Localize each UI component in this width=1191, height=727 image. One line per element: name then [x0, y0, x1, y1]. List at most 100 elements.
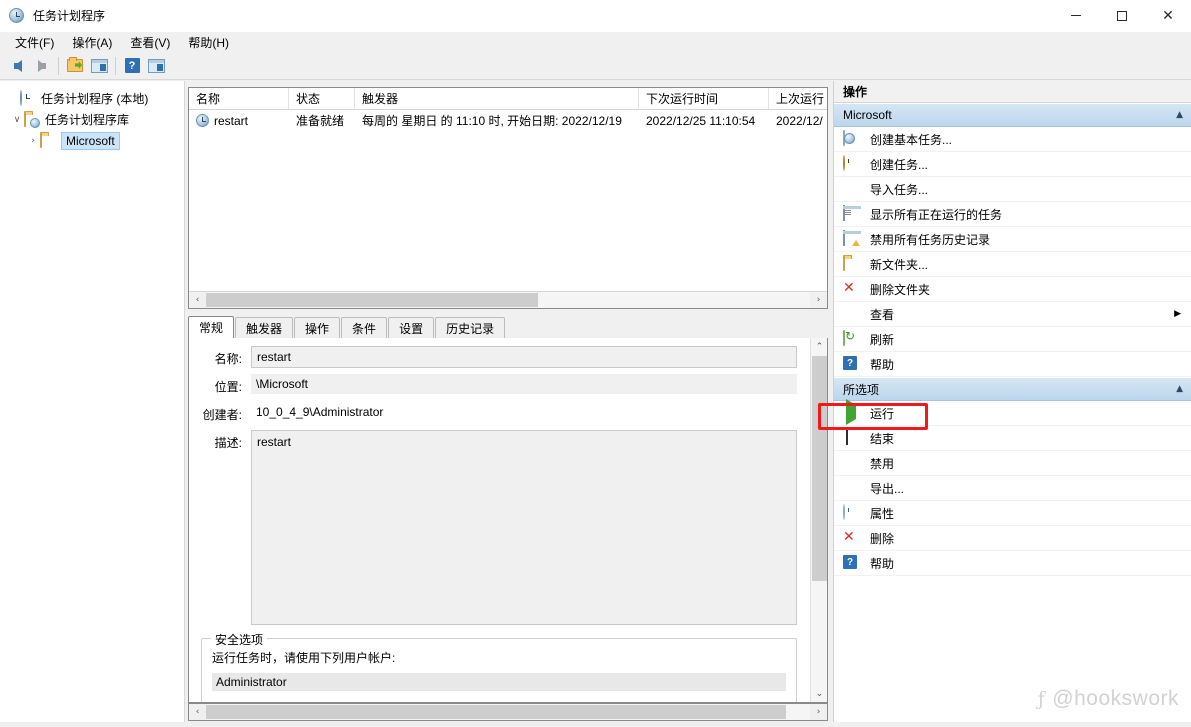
hscroll-left-button[interactable]: ‹	[189, 292, 206, 308]
menu-help[interactable]: 帮助(H)	[179, 32, 238, 53]
sidebar-item-task-scheduler-library[interactable]: ∨ 任务计划程序库	[0, 109, 184, 130]
detail-hscroll-thumb[interactable]	[206, 705, 786, 719]
collapse-icon[interactable]: ▲	[1176, 384, 1183, 394]
no-icon	[843, 181, 861, 197]
detail-hscroll-right-button[interactable]: ›	[810, 704, 827, 720]
chevron-right-icon[interactable]: ›	[26, 136, 40, 146]
toolbar: ?	[0, 52, 1191, 80]
folder-clock-icon	[24, 110, 40, 128]
field-author-label: 创建者:	[202, 408, 242, 422]
detail-hscroll-left-button[interactable]: ‹	[189, 704, 206, 720]
field-name-label: 名称:	[214, 352, 242, 366]
back-button[interactable]	[6, 55, 30, 77]
tab-general[interactable]: 常规	[188, 316, 235, 338]
task-scheduler-window: 任务计划程序 ✕ 文件(F) 操作(A) 查看(V) 帮助(H) ? 任务计划程…	[0, 0, 1191, 727]
console-tree-pane: 任务计划程序 (本地) ∨ 任务计划程序库 › Microsoft	[0, 81, 185, 727]
name-field[interactable]: restart	[251, 346, 797, 368]
cell-last-run: 2022/12/	[776, 113, 823, 128]
show-tree-pane-button[interactable]	[87, 55, 111, 77]
minimize-button[interactable]	[1053, 0, 1099, 32]
column-header-status[interactable]: 状态	[289, 88, 355, 109]
menu-view[interactable]: 查看(V)	[121, 32, 179, 53]
description-field[interactable]: restart	[251, 430, 797, 625]
running-tasks-icon	[843, 205, 861, 222]
actions-section-label: 所选项	[843, 382, 880, 397]
tab-settings[interactable]: 设置	[388, 317, 435, 338]
action-label: 禁用	[870, 456, 895, 471]
actions-section-selected-item[interactable]: 所选项 ▲	[834, 377, 1191, 401]
action-create-task[interactable]: 创建任务...	[834, 152, 1191, 177]
field-author: 创建者: 10_0_4_9\Administrator	[189, 402, 811, 430]
folder-icon	[40, 131, 56, 149]
action-disable-all-task-history[interactable]: 禁用所有任务历史记录	[834, 227, 1191, 252]
action-delete-task[interactable]: ✕ 删除	[834, 526, 1191, 551]
chevron-right-icon: ▶	[1174, 309, 1181, 319]
help-icon: ?	[843, 356, 861, 372]
sidebar-item-microsoft[interactable]: › Microsoft	[0, 130, 184, 151]
column-header-next-run[interactable]: 下次运行时间	[639, 88, 769, 109]
detail-hscrollbar[interactable]: ‹ ›	[188, 703, 828, 721]
up-folder-icon	[67, 57, 83, 72]
toolbar-separator-1	[58, 56, 59, 75]
show-action-pane-button[interactable]	[144, 55, 168, 77]
vscroll-up-button[interactable]: ⌃	[811, 338, 827, 355]
action-label: 结束	[870, 431, 895, 446]
detail-hscroll-track[interactable]	[206, 704, 810, 720]
sidebar-item-task-scheduler-local[interactable]: 任务计划程序 (本地)	[0, 88, 184, 109]
close-icon: ✕	[1162, 7, 1174, 24]
action-import-task[interactable]: 导入任务...	[834, 177, 1191, 202]
tab-conditions[interactable]: 条件	[341, 317, 388, 338]
action-help-folder[interactable]: ? 帮助	[834, 352, 1191, 377]
chevron-down-icon[interactable]: ∨	[10, 115, 24, 125]
action-create-basic-task[interactable]: 创建基本任务...	[834, 127, 1191, 152]
cell-name: restart	[189, 114, 289, 128]
detail-vscrollbar[interactable]: ⌃ ⌄	[810, 338, 827, 702]
vscroll-down-button[interactable]: ⌄	[811, 685, 827, 702]
action-label: 刷新	[870, 332, 895, 347]
action-run[interactable]: 运行	[834, 399, 1191, 426]
collapse-icon[interactable]: ▲	[1176, 110, 1183, 120]
action-label: 运行	[870, 406, 895, 421]
menu-file[interactable]: 文件(F)	[6, 32, 63, 53]
up-folder-button[interactable]	[63, 55, 87, 77]
hscroll-right-button[interactable]: ›	[810, 292, 827, 308]
tab-history[interactable]: 历史记录	[435, 317, 506, 338]
task-list-hscrollbar[interactable]: ‹ ›	[189, 291, 827, 308]
hscroll-thumb[interactable]	[206, 293, 539, 307]
vscroll-thumb[interactable]	[812, 356, 827, 581]
tab-triggers[interactable]: 触发器	[235, 317, 294, 338]
action-refresh[interactable]: 刷新	[834, 327, 1191, 352]
action-new-folder[interactable]: 新文件夹...	[834, 252, 1191, 277]
no-icon	[843, 306, 861, 322]
action-view[interactable]: 查看 ▶	[834, 302, 1191, 327]
table-row[interactable]: restart 准备就绪 每周的 星期日 的 11:10 时, 开始日期: 20…	[189, 110, 827, 131]
action-disable[interactable]: 禁用	[834, 451, 1191, 476]
disable-icon	[843, 455, 861, 471]
close-button[interactable]: ✕	[1145, 0, 1191, 32]
task-icon	[196, 114, 209, 127]
action-help-task[interactable]: ? 帮助	[834, 551, 1191, 576]
action-label: 查看	[870, 307, 895, 322]
no-icon	[843, 480, 861, 496]
action-end[interactable]: 结束	[834, 426, 1191, 451]
column-header-triggers[interactable]: 触发器	[355, 88, 639, 109]
help-button[interactable]: ?	[120, 55, 144, 77]
action-label: 删除文件夹	[870, 282, 931, 297]
forward-button[interactable]	[30, 55, 54, 77]
watermark-logo-icon: ƒ	[1037, 688, 1046, 710]
menu-action[interactable]: 操作(A)	[63, 32, 121, 53]
tab-actions[interactable]: 操作	[294, 317, 341, 338]
action-display-running-tasks[interactable]: 显示所有正在运行的任务	[834, 202, 1191, 227]
action-delete-folder[interactable]: ✕ 删除文件夹	[834, 277, 1191, 302]
maximize-button[interactable]	[1099, 0, 1145, 32]
column-header-last-run[interactable]: 上次运行	[769, 88, 827, 109]
column-header-name[interactable]: 名称	[189, 88, 289, 109]
actions-section-microsoft[interactable]: Microsoft ▲	[834, 103, 1191, 127]
location-field: \Microsoft	[251, 374, 797, 394]
action-export[interactable]: 导出...	[834, 476, 1191, 501]
show-action-pane-icon	[147, 58, 165, 73]
action-properties[interactable]: 属性	[834, 501, 1191, 526]
hscroll-track[interactable]	[206, 292, 810, 308]
help-icon: ?	[843, 555, 861, 571]
detail-content: 名称: restart 位置: \Microsoft 创建者: 10_0_4_9…	[189, 338, 811, 702]
